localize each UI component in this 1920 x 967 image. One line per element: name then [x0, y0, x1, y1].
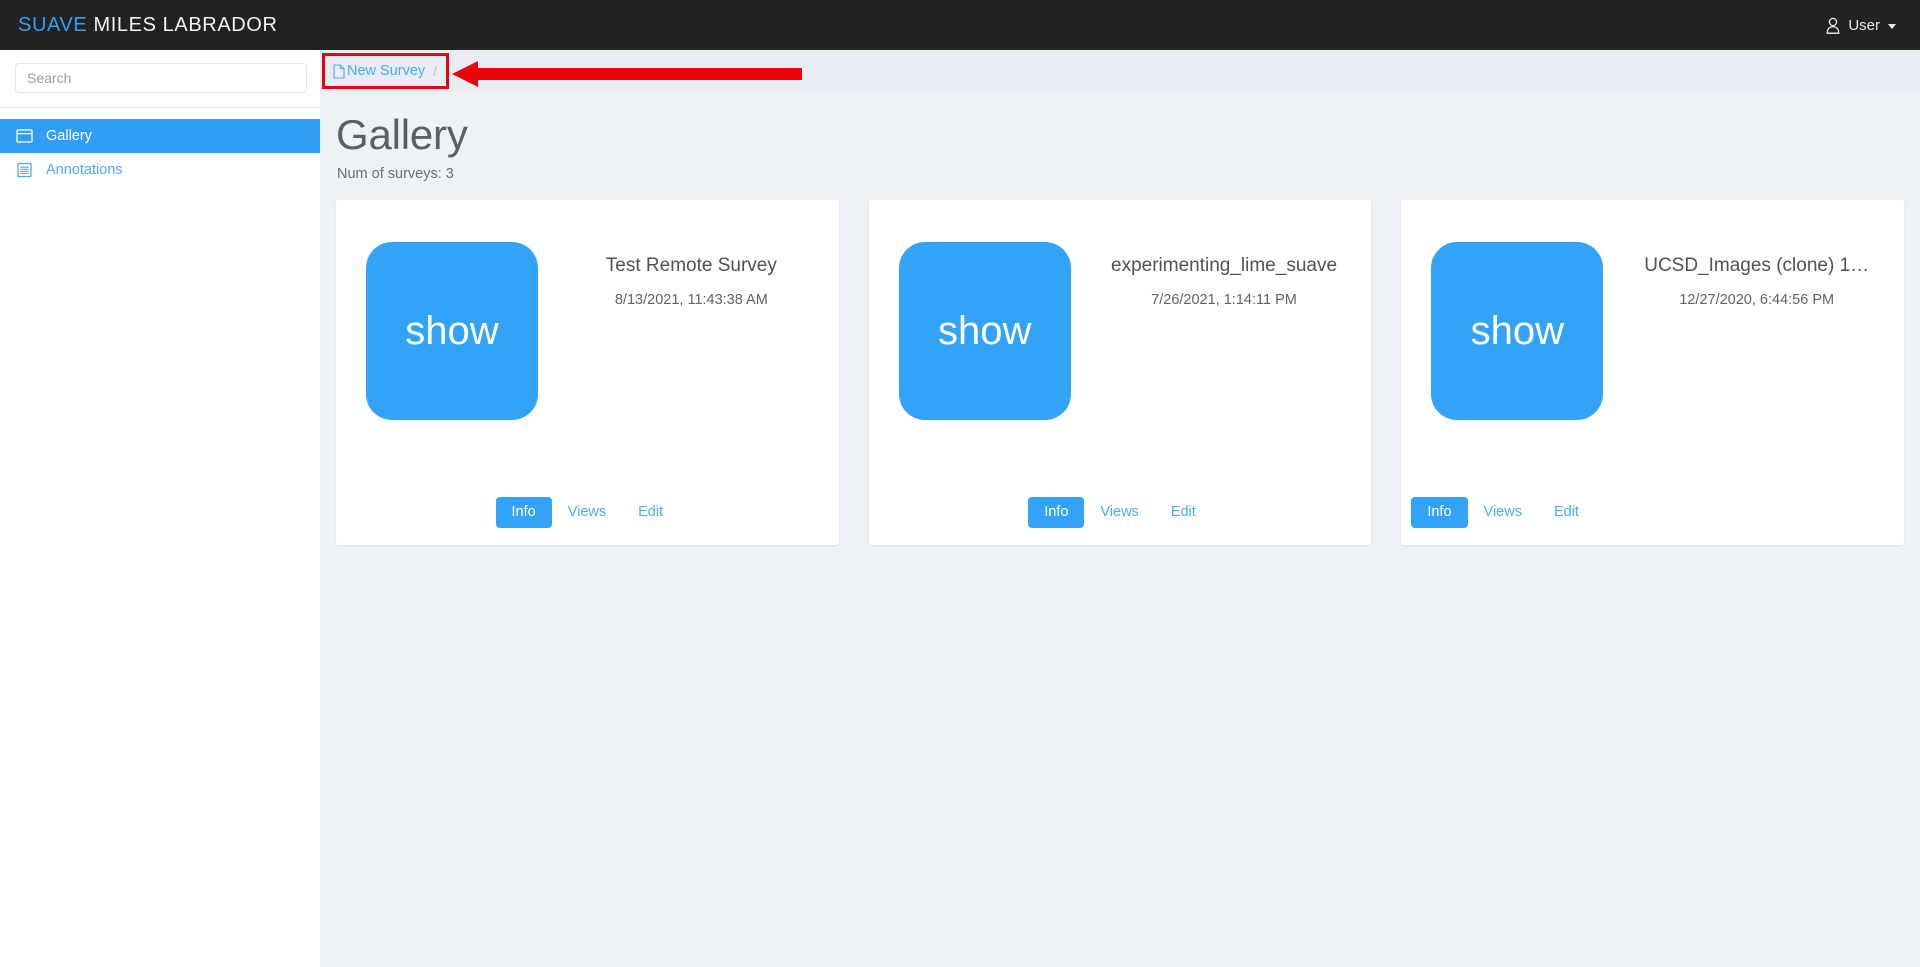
survey-thumbnail[interactable]: show [898, 242, 1071, 421]
main-content: Gallery Num of surveys: 3 show Test Remo… [320, 92, 1920, 967]
edit-button[interactable]: Edit [1538, 497, 1595, 528]
survey-card-list: show Test Remote Survey 8/13/2021, 11:43… [320, 182, 1920, 546]
brand-rest-text: MILES LABRADOR [93, 13, 278, 36]
top-navbar: SUAVE MILES LABRADOR User [0, 0, 1920, 50]
sidebar-item-annotations[interactable]: Annotations [0, 153, 320, 187]
survey-thumbnail-column: show [348, 242, 556, 497]
views-button[interactable]: Views [1084, 497, 1154, 528]
views-button[interactable]: Views [1468, 497, 1538, 528]
search-input[interactable] [15, 63, 307, 93]
breadcrumb-bar: New Survey / [320, 50, 1920, 92]
app-brand[interactable]: SUAVE MILES LABRADOR [18, 14, 278, 37]
left-sidebar: Gallery Annotations [0, 50, 320, 967]
user-menu-label: User [1848, 16, 1880, 34]
sidebar-item-label-gallery: Gallery [46, 128, 92, 144]
window-icon [16, 129, 33, 143]
info-button[interactable]: Info [495, 496, 552, 529]
survey-card-body: show Test Remote Survey 8/13/2021, 11:43… [336, 200, 839, 497]
user-menu-button[interactable]: User [1823, 13, 1898, 38]
sidebar-item-label-annotations: Annotations [46, 162, 123, 178]
user-icon [1826, 17, 1840, 34]
edit-button[interactable]: Edit [1155, 497, 1212, 528]
survey-card-body: show experimenting_lime_suave 7/26/2021,… [869, 200, 1372, 497]
survey-date: 8/13/2021, 11:43:38 AM [614, 291, 768, 308]
survey-date: 12/27/2020, 6:44:56 PM [1679, 291, 1835, 308]
survey-meta-column: Test Remote Survey 8/13/2021, 11:43:38 A… [556, 242, 827, 497]
info-button[interactable]: Info [1028, 496, 1085, 529]
chevron-down-icon [1888, 24, 1896, 29]
survey-card[interactable]: show UCSD_Images (clone) 1… 12/27/2020, … [1401, 200, 1905, 546]
list-icon [17, 162, 32, 178]
survey-title: Test Remote Survey [605, 255, 777, 277]
survey-title: experimenting_lime_suave [1111, 255, 1338, 277]
info-button[interactable]: Info [1411, 496, 1468, 529]
survey-thumbnail[interactable]: show [1431, 242, 1604, 421]
survey-meta-column: experimenting_lime_suave 7/26/2021, 1:14… [1089, 242, 1360, 497]
sidebar-item-gallery[interactable]: Gallery [0, 119, 320, 153]
new-survey-link[interactable]: New Survey [333, 63, 425, 79]
edit-button[interactable]: Edit [622, 497, 679, 528]
views-button[interactable]: Views [552, 497, 622, 528]
survey-date: 7/26/2021, 1:14:11 PM [1151, 291, 1297, 308]
breadcrumb-highlight-box: New Survey / [322, 53, 450, 89]
new-survey-label: New Survey [347, 63, 426, 79]
survey-meta-column: UCSD_Images (clone) 1… 12/27/2020, 6:44:… [1621, 242, 1892, 497]
survey-card[interactable]: show Test Remote Survey 8/13/2021, 11:43… [336, 200, 839, 546]
survey-card-actions: Info Views Edit [869, 496, 1372, 545]
survey-thumbnail-column: show [1413, 242, 1621, 497]
search-container [0, 50, 320, 107]
survey-count-label: Num of surveys: 3 [337, 166, 454, 183]
page-title: Gallery [336, 111, 468, 158]
breadcrumb-separator: / [433, 63, 438, 79]
survey-thumbnail[interactable]: show [366, 242, 538, 421]
survey-card-actions: Info Views Edit [336, 496, 839, 545]
survey-thumbnail-column: show [881, 242, 1089, 497]
survey-title: UCSD_Images (clone) 1… [1644, 255, 1870, 277]
sidebar-nav-list: Gallery Annotations [0, 108, 320, 187]
brand-accent-text: SUAVE [18, 13, 88, 36]
survey-card-body: show UCSD_Images (clone) 1… 12/27/2020, … [1401, 200, 1904, 497]
survey-card-actions: Info Views Edit [1401, 496, 1904, 545]
file-icon [333, 63, 345, 79]
survey-card[interactable]: show experimenting_lime_suave 7/26/2021,… [868, 200, 1372, 546]
